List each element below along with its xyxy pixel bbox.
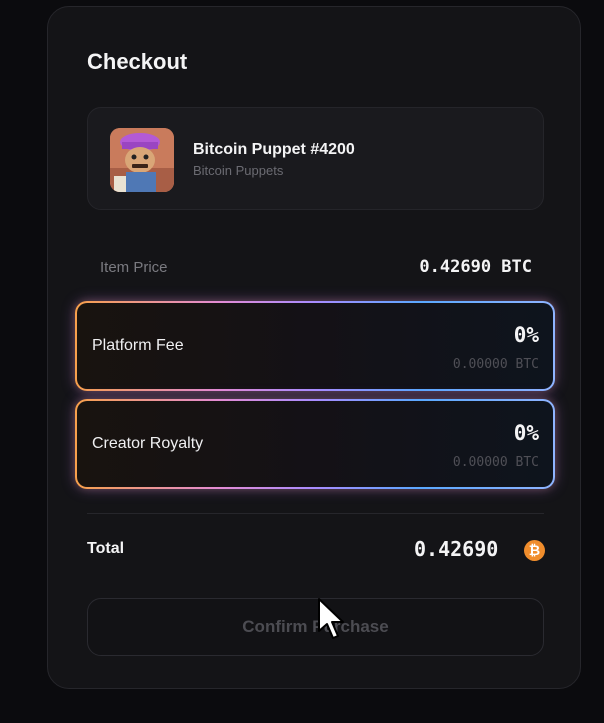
creator-royalty-btc: 0.00000 BTC — [452, 455, 539, 470]
item-collection: Bitcoin Puppets — [193, 163, 284, 178]
item-price-label: Item Price — [100, 259, 168, 276]
mouse-cursor-icon — [318, 598, 344, 639]
platform-fee-box: Platform Fee 0% 0.00000 BTC — [75, 301, 555, 391]
total-label: Total — [87, 540, 125, 557]
platform-fee-label: Platform Fee — [92, 337, 184, 354]
checkout-title: Checkout — [87, 49, 188, 74]
platform-fee-btc: 0.00000 BTC — [452, 357, 539, 372]
item-name: Bitcoin Puppet #4200 — [193, 141, 355, 158]
platform-fee-percent: 0% — [513, 323, 539, 347]
creator-royalty-percent: 0% — [513, 421, 539, 445]
item-price-value: 0.42690 BTC — [419, 257, 532, 277]
nft-thumbnail — [110, 128, 174, 192]
creator-royalty-label: Creator Royalty — [92, 435, 204, 452]
total-value: 0.42690 — [414, 537, 499, 561]
item-card: Bitcoin Puppet #4200 Bitcoin Puppets — [87, 107, 544, 210]
checkout-panel: Checkout Bitcoin Puppet #4200 Bitcoin Pu… — [47, 6, 581, 689]
divider — [87, 513, 544, 514]
item-price-row: Item Price 0.42690 BTC — [100, 257, 532, 281]
bitcoin-icon: ₿ — [524, 540, 545, 561]
creator-royalty-box: Creator Royalty 0% 0.00000 BTC — [75, 399, 555, 489]
